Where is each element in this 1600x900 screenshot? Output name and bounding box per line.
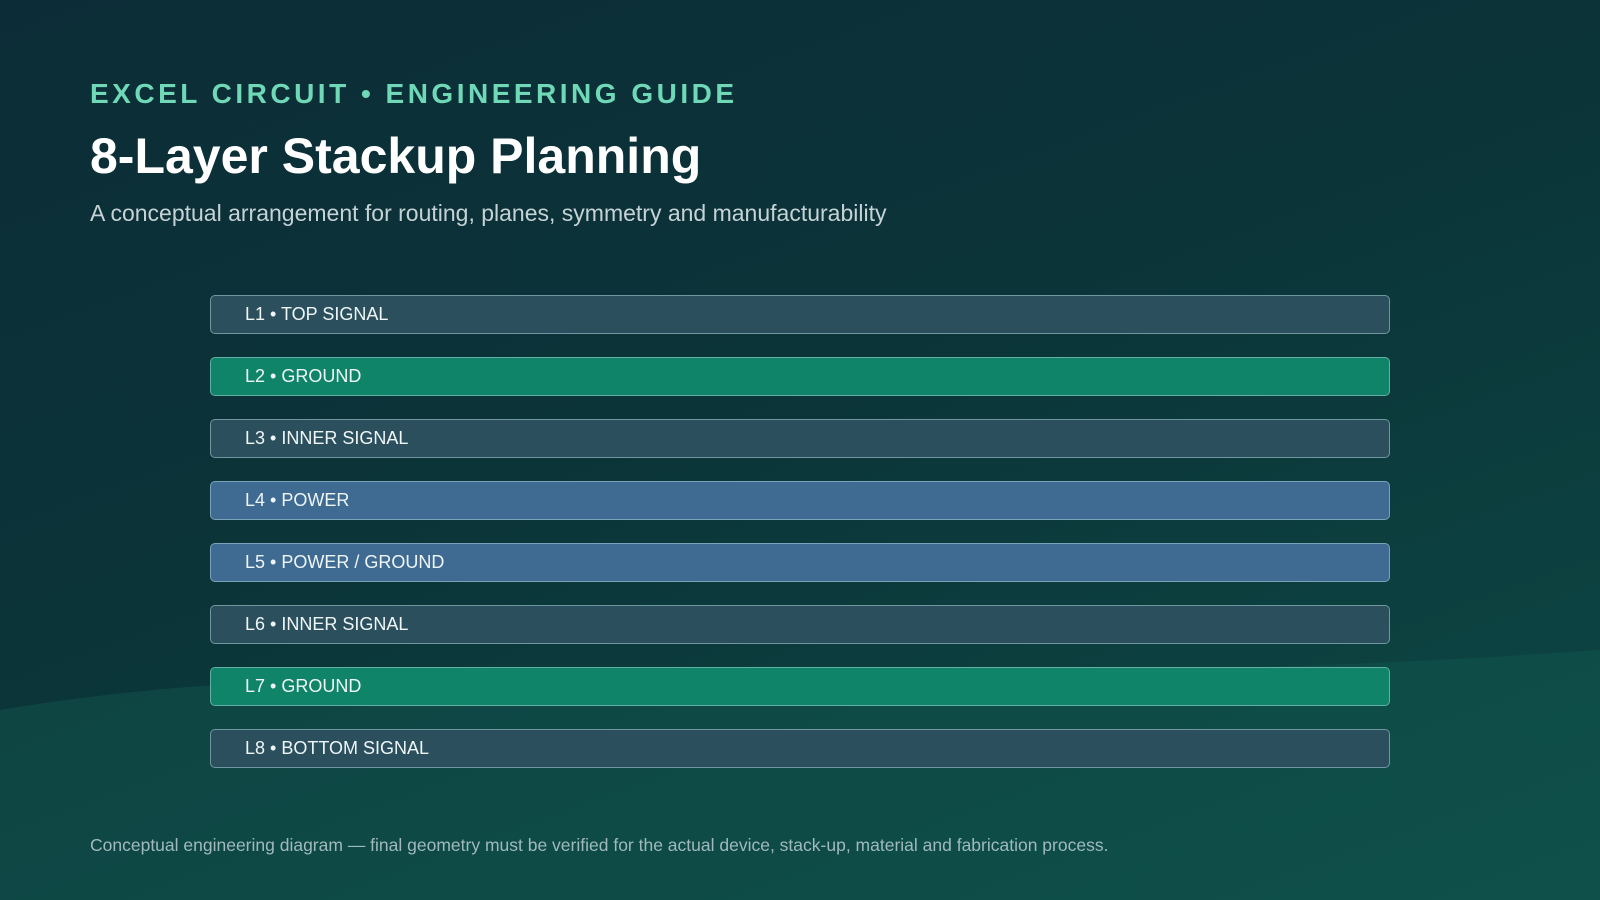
layer-label: L1 • TOP SIGNAL: [245, 304, 389, 324]
layer-bar-l3: L3 • INNER SIGNAL: [210, 419, 1390, 458]
layer-bar-l1: L1 • TOP SIGNAL: [210, 295, 1390, 334]
layer-bar-l2: L2 • GROUND: [210, 357, 1390, 396]
layer-label: L2 • GROUND: [245, 366, 362, 386]
layer-bar-l8: L8 • BOTTOM SIGNAL: [210, 729, 1390, 768]
layer-label: L5 • POWER / GROUND: [245, 552, 445, 572]
page-title: 8-Layer Stackup Planning: [90, 128, 702, 184]
layer-label: L4 • POWER: [245, 490, 350, 510]
page-subtitle: A conceptual arrangement for routing, pl…: [90, 200, 887, 226]
layer-label: L8 • BOTTOM SIGNAL: [245, 738, 430, 758]
brand-eyebrow: EXCEL CIRCUIT • ENGINEERING GUIDE: [90, 78, 738, 109]
footnote: Conceptual engineering diagram — final g…: [90, 835, 1109, 855]
layer-label: L3 • INNER SIGNAL: [245, 428, 409, 448]
layer-stack: L1 • TOP SIGNAL L2 • GROUND L3 • INNER S…: [210, 295, 1390, 791]
layer-bar-l5: L5 • POWER / GROUND: [210, 543, 1390, 582]
layer-label: L7 • GROUND: [245, 676, 362, 696]
layer-bar-l4: L4 • POWER: [210, 481, 1390, 520]
layer-label: L6 • INNER SIGNAL: [245, 614, 409, 634]
layer-bar-l7: L7 • GROUND: [210, 667, 1390, 706]
slide: { "header": { "eyebrow": "EXCEL CIRCUIT …: [0, 0, 1600, 900]
layer-bar-l6: L6 • INNER SIGNAL: [210, 605, 1390, 644]
